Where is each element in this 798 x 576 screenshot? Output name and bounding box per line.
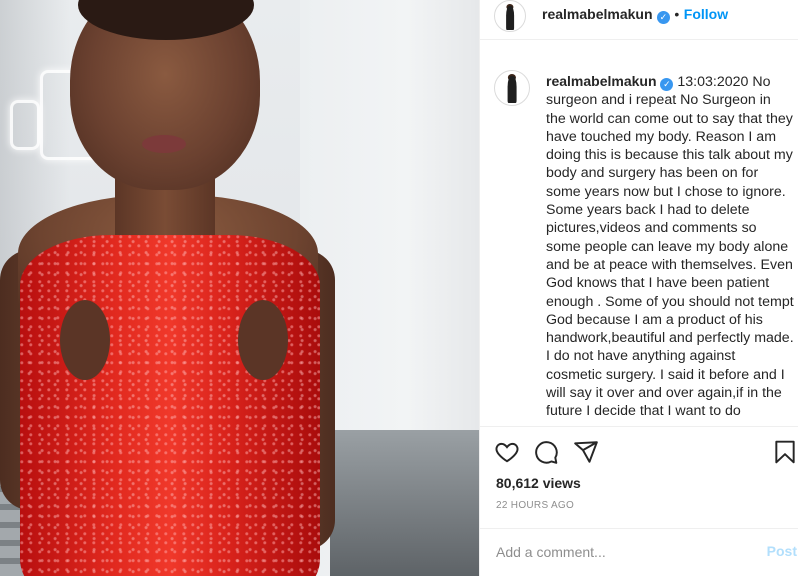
verified-badge-icon: ✓ xyxy=(656,11,670,24)
header-text: realmabelmakun ✓ • Follow xyxy=(542,6,728,24)
person-lips xyxy=(142,135,186,153)
header-separator: • xyxy=(674,6,680,22)
caption: realmabelmakun ✓ 13:03:2020 No surgeon a… xyxy=(546,72,794,421)
neon-light xyxy=(10,100,40,150)
verified-badge-icon: ✓ xyxy=(660,78,674,91)
view-count[interactable]: 80,612 views xyxy=(496,475,581,491)
post-header: realmabelmakun ✓ • Follow xyxy=(480,0,798,40)
comment-icon[interactable] xyxy=(533,439,559,465)
post-comment-button[interactable]: Post xyxy=(767,543,797,559)
caption-area: realmabelmakun ✓ 13:03:2020 No surgeon a… xyxy=(480,60,798,426)
caption-username[interactable]: realmabelmakun xyxy=(546,73,657,89)
bookmark-icon[interactable] xyxy=(772,439,798,465)
caption-text: 13:03:2020 No surgeon and i repeat No Su… xyxy=(546,74,794,420)
avatar-figure xyxy=(507,76,517,104)
post-sidebar: realmabelmakun ✓ • Follow realmabelmakun… xyxy=(479,0,798,576)
share-icon[interactable] xyxy=(573,439,599,465)
post-timestamp[interactable]: 22 HOURS AGO xyxy=(496,500,574,511)
background-floor xyxy=(330,430,479,576)
caption-avatar[interactable] xyxy=(494,70,530,106)
comment-box: Post xyxy=(480,528,798,576)
red-sequin-dress xyxy=(20,235,320,576)
header-username[interactable]: realmabelmakun xyxy=(542,6,653,22)
post-media-video[interactable] xyxy=(0,0,479,576)
follow-button[interactable]: Follow xyxy=(684,6,728,22)
avatar[interactable] xyxy=(494,0,526,32)
person-waist-right xyxy=(238,300,288,380)
heart-icon[interactable] xyxy=(494,439,520,465)
avatar-figure xyxy=(506,5,514,30)
comment-input[interactable] xyxy=(496,541,746,563)
person-waist-left xyxy=(60,300,110,380)
